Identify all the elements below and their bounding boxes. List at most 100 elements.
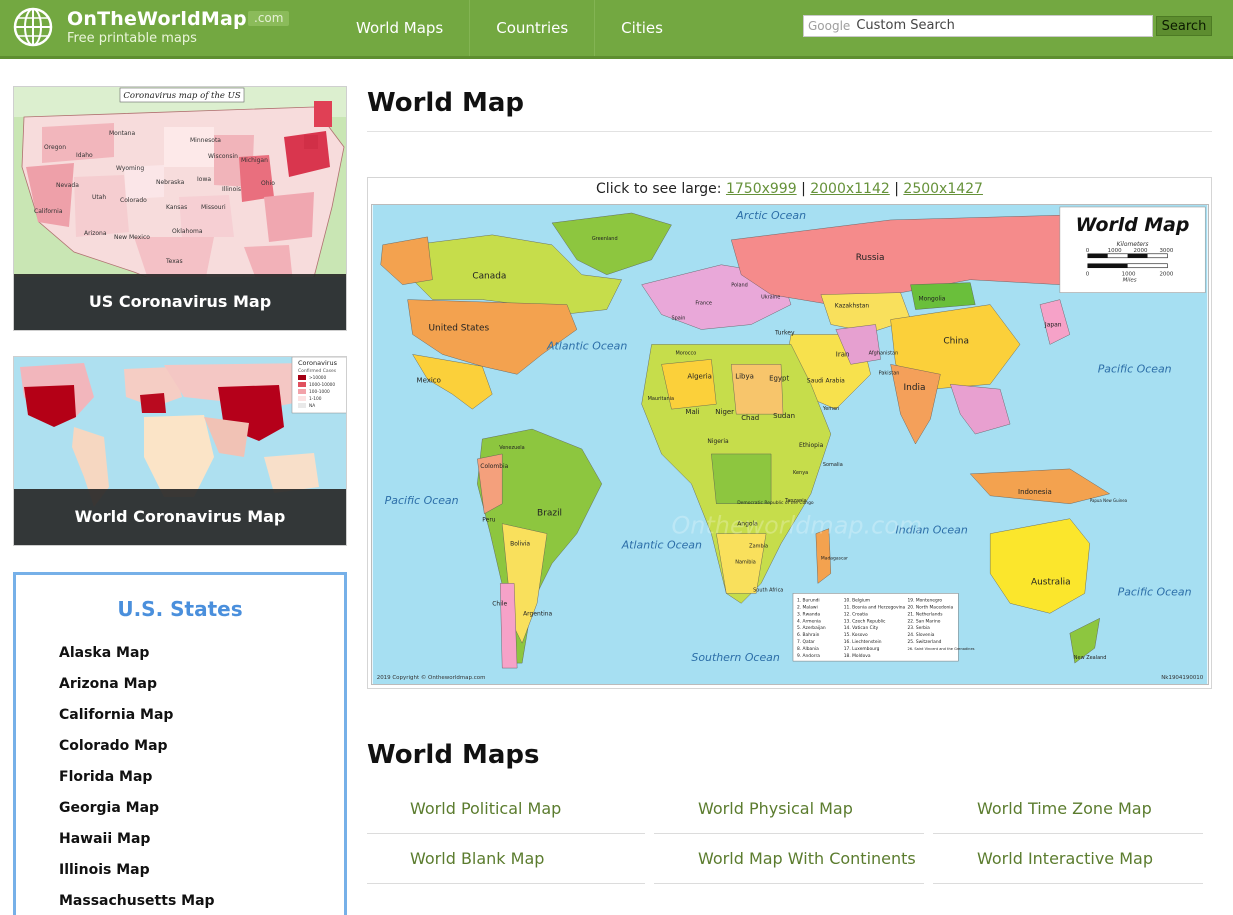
card-caption[interactable]: US Coronavirus Map (14, 274, 346, 330)
legend-entry: 15. Kosovo (844, 632, 868, 638)
country-label: Zambia (749, 544, 768, 550)
country-label: Spain (671, 316, 685, 322)
state-label: California (34, 208, 63, 215)
map-copyright: 2019 Copyright © Ontheworldmap.com (377, 674, 486, 681)
country-label: France (695, 301, 712, 307)
state-link-california[interactable]: California Map (59, 707, 173, 723)
state-label: Nebraska (156, 179, 185, 186)
country-label: Algeria (687, 372, 712, 380)
state-link-hawaii[interactable]: Hawaii Map (59, 831, 150, 847)
country-label: Russia (856, 253, 885, 263)
country-label: Poland (731, 283, 748, 289)
legend-title: Coronavirus (298, 359, 338, 367)
size-link-2500[interactable]: 2500x1427 (903, 181, 983, 197)
state-link-illinois[interactable]: Illinois Map (59, 862, 150, 878)
site-logo[interactable]: OnTheWorldMap .com Free printable maps (12, 6, 292, 52)
legend-entry: 6. Bahrain (797, 632, 820, 638)
country-label: Peru (482, 517, 496, 524)
ocean-label: Southern Ocean (691, 651, 779, 664)
country-label: Kenya (793, 470, 808, 476)
us-states-box: U.S. States Alaska Map Arizona Map Calif… (13, 572, 347, 915)
link-world-physical-map[interactable]: World Physical Map (698, 799, 853, 818)
globe-icon (13, 7, 53, 47)
link-divider (654, 833, 924, 834)
link-world-political-map[interactable]: World Political Map (410, 799, 561, 818)
state-label: Nevada (56, 182, 79, 189)
map-box-title: World Map (1076, 214, 1190, 236)
legend-entry: 21. Netherlands (908, 611, 944, 617)
state-label: New Mexico (114, 234, 150, 241)
map-thumbnail-title: Coronavirus map of the US (123, 91, 240, 101)
legend-entry: 2. Malawi (797, 604, 818, 610)
state-label: Minnesota (190, 137, 221, 144)
state-label: Kansas (166, 204, 187, 211)
country-label: Venezuela (499, 445, 525, 451)
country-label: Canada (472, 272, 506, 282)
state-label: Iowa (197, 176, 211, 183)
country-label: Ethiopia (799, 442, 824, 449)
country-label: Afghanistan (869, 350, 899, 356)
legend-entry: 13. Czech Republic (844, 618, 886, 624)
map-watermark: Ontheworldmap.com (671, 512, 922, 540)
country-label: Niger (715, 408, 734, 416)
legend-entry: 26. Saint Vincent and the Grenadines (908, 647, 975, 651)
state-link-alaska[interactable]: Alaska Map (59, 645, 149, 661)
country-label: United States (429, 323, 490, 333)
legend-item: >10000 (309, 375, 327, 381)
country-label: South Africa (753, 587, 783, 593)
size-link-2000[interactable]: 2000x1142 (810, 181, 890, 197)
country-label: Chile (492, 600, 507, 607)
legend-item: NA (309, 403, 315, 409)
country-label: Iran (836, 350, 850, 358)
state-link-georgia[interactable]: Georgia Map (59, 800, 159, 816)
state-label: Oregon (44, 144, 66, 151)
state-label: Ohio (261, 180, 275, 187)
state-link-florida[interactable]: Florida Map (59, 769, 152, 785)
state-label: Colorado (120, 197, 147, 204)
card-caption[interactable]: World Coronavirus Map (14, 489, 346, 545)
state-link-massachusetts[interactable]: Massachusetts Map (59, 893, 215, 909)
link-divider (933, 833, 1203, 834)
country-label: Tanzania (784, 498, 807, 504)
legend-entry: 8. Albania (797, 646, 819, 652)
country-label: Morocco (675, 350, 696, 356)
legend-entry: 19. Montenegro (908, 597, 943, 603)
legend-entry: 4. Armenia (797, 618, 821, 624)
ocean-label: Pacific Ocean (1098, 362, 1172, 375)
search-input[interactable]: Google Custom Search (803, 15, 1153, 37)
link-world-map-with-continents[interactable]: World Map With Continents (698, 849, 916, 868)
state-link-colorado[interactable]: Colorado Map (59, 738, 168, 754)
size-link-1750[interactable]: 1750x999 (726, 181, 797, 197)
country-label: Turkey (774, 329, 795, 336)
nav-world-maps[interactable]: World Maps (330, 0, 471, 56)
legend-entry: 18. Moldova (844, 653, 871, 659)
link-world-blank-map[interactable]: World Blank Map (410, 849, 544, 868)
us-coronavirus-card[interactable]: Coronavirus map of the US Montana Oregon… (13, 86, 347, 331)
legend-entry: 10. Belgium (844, 597, 870, 603)
ocean-label: Pacific Ocean (1118, 585, 1192, 598)
legend-entry: 16. Liechtenstein (844, 639, 882, 645)
state-link-arizona[interactable]: Arizona Map (59, 676, 157, 692)
search-button[interactable]: Search (1156, 16, 1212, 36)
state-label: Michigan (241, 157, 268, 164)
country-label: Saudi Arabia (807, 377, 845, 384)
nav-cities[interactable]: Cities (595, 0, 689, 56)
nav-countries[interactable]: Countries (470, 0, 596, 56)
legend-entry: 22. San Marino (908, 618, 941, 624)
scale-km-tick: 3000 (1159, 248, 1173, 254)
country-label: Mali (685, 408, 699, 416)
world-map-image[interactable]: World Map Kilometers 0 1000 2000 3000 0 … (371, 204, 1209, 685)
world-coronavirus-card[interactable]: Coronavirus Confirmed Cases >10000 1000-… (13, 356, 347, 546)
link-world-time-zone-map[interactable]: World Time Zone Map (977, 799, 1152, 818)
state-label: Illinois (222, 186, 241, 193)
link-world-interactive-map[interactable]: World Interactive Map (977, 849, 1153, 868)
legend-entry: 25. Switzerland (908, 639, 942, 645)
legend-item: 1-100 (309, 396, 322, 402)
state-label: Texas (165, 258, 183, 265)
large-size-links: Click to see large: 1750x999 | 2000x1142… (368, 181, 1211, 197)
legend-entry: 7. Qatar (797, 639, 815, 645)
state-label: Utah (92, 194, 106, 201)
main-nav: World Maps Countries Cities (330, 0, 689, 56)
state-label: Missouri (201, 204, 226, 211)
world-map-frame: Click to see large: 1750x999 | 2000x1142… (367, 177, 1212, 689)
